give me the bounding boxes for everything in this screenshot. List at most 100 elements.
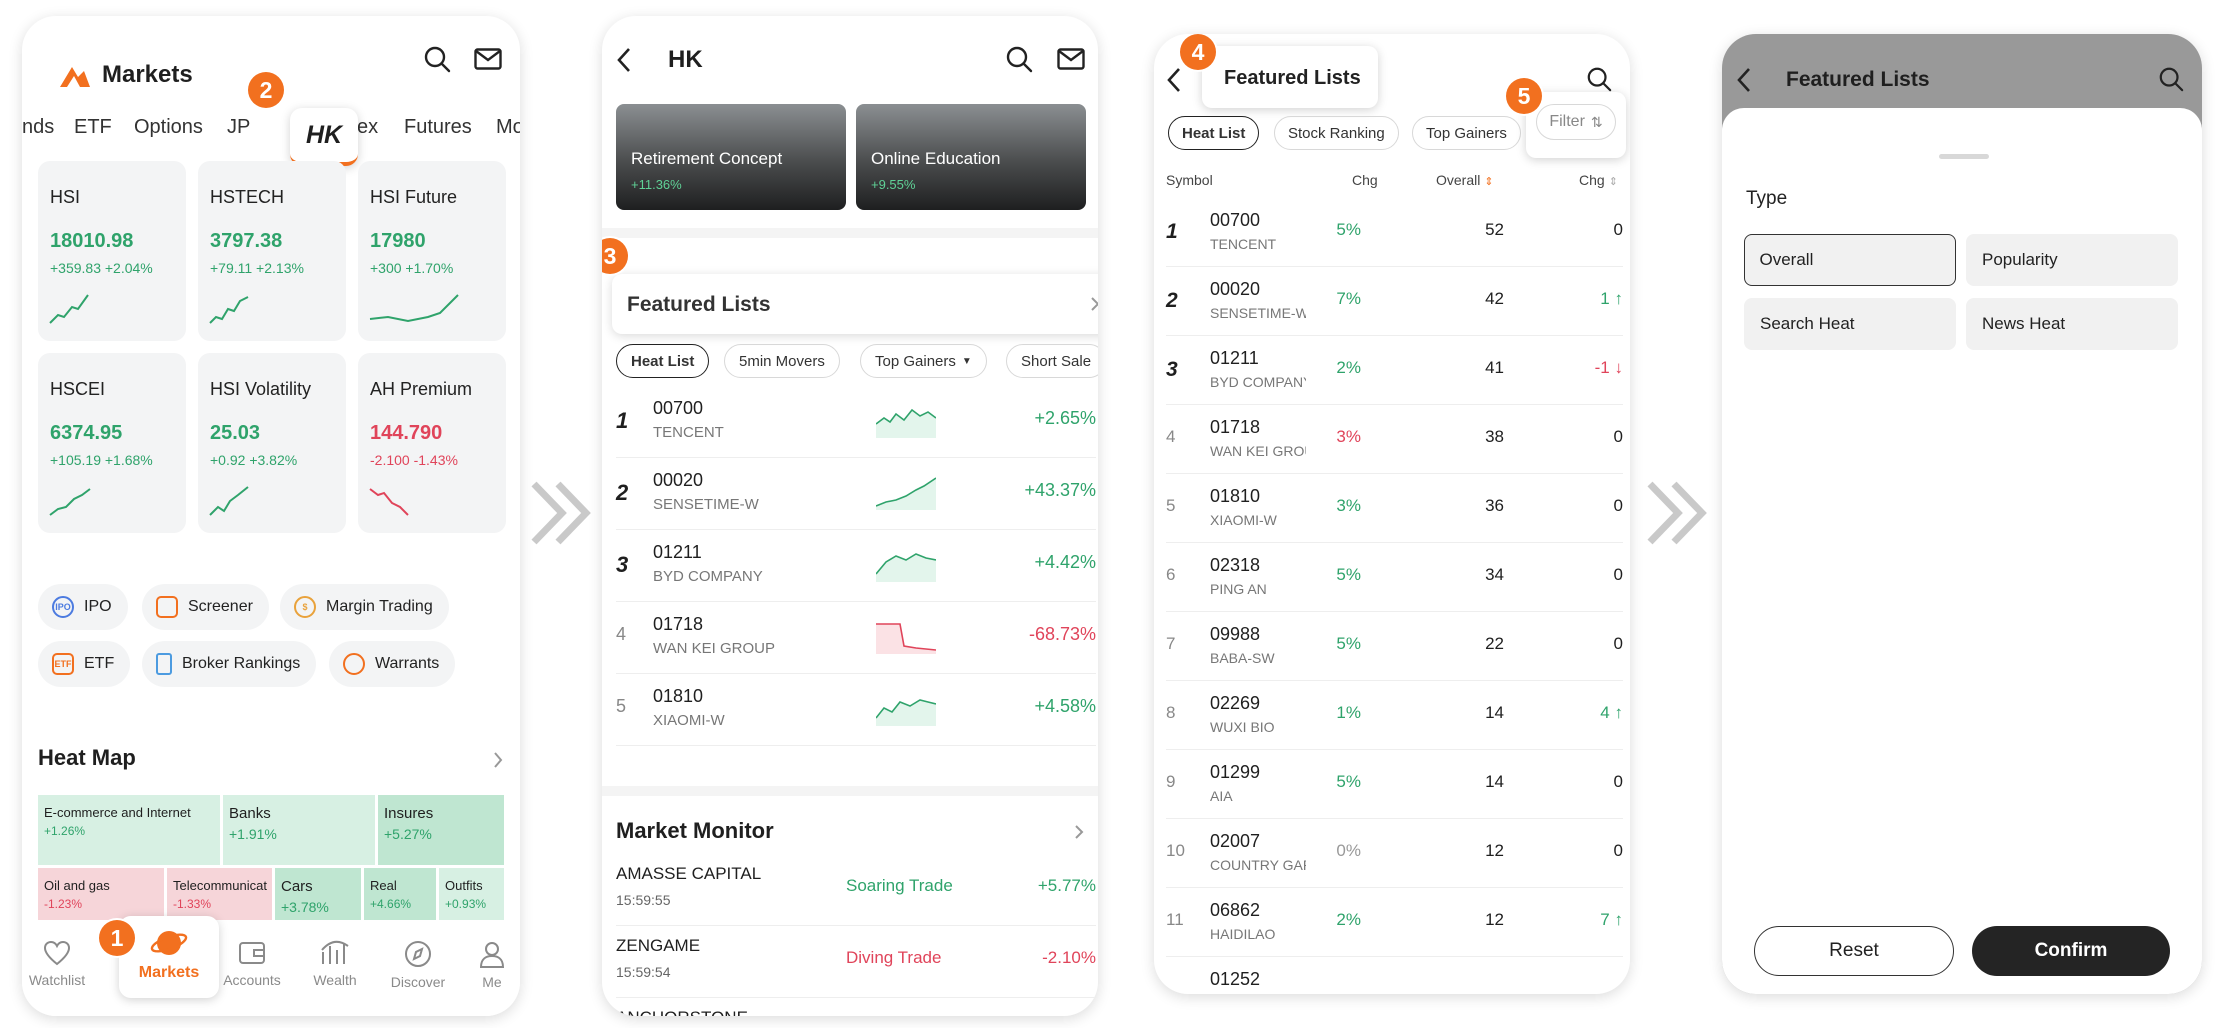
index-card-hscei[interactable]: HSCEI 6374.95 +105.19 +1.68% xyxy=(38,353,186,533)
back-arrow-icon[interactable] xyxy=(1166,66,1182,94)
search-icon[interactable] xyxy=(2158,66,2184,92)
list-item[interactable]: 1 00700 TENCENT +2.65% xyxy=(616,386,1096,458)
hk-screen: HK Retirement Concept +11.36% Online Edu… xyxy=(602,16,1098,1016)
index-card-hsi-volatility[interactable]: HSI Volatility 25.03 +0.92 +3.82% xyxy=(198,353,346,533)
option-overall[interactable]: Overall xyxy=(1744,234,1956,286)
tab-more[interactable]: Mo xyxy=(496,116,520,139)
section-title: Featured Lists xyxy=(627,293,771,316)
tab-options[interactable]: Options xyxy=(134,116,203,139)
search-icon[interactable] xyxy=(423,45,451,73)
monitor-row[interactable]: AMASSE CAPITAL 15:59:55 Soaring Trade +5… xyxy=(616,854,1096,926)
table-row[interactable]: 6 02318 PING AN 5% 34 0 xyxy=(1166,543,1623,612)
shortcut-broker-rankings[interactable]: Broker Rankings xyxy=(142,641,317,687)
tab-hk[interactable]: HK xyxy=(290,108,358,166)
chg-pct: 5% xyxy=(1306,612,1361,680)
pill-top-gainers[interactable]: Top Gainers ▼ xyxy=(860,344,987,378)
list-item[interactable]: 3 01211 BYD COMPANY +4.42% xyxy=(616,530,1096,602)
list-item[interactable]: 2 00020 SENSETIME-W +43.37% xyxy=(616,458,1096,530)
table-row[interactable]: 9 01299 AIA 5% 14 0 xyxy=(1166,750,1623,819)
nav-markets[interactable]: Markets xyxy=(119,916,219,998)
index-card-ah-premium[interactable]: AH Premium 144.790 -2.100 -1.43% xyxy=(358,353,506,533)
nav-watchlist[interactable]: Watchlist xyxy=(22,940,92,988)
monitor-row[interactable]: ZENGAME 15:59:54 Diving Trade -2.10% xyxy=(616,926,1096,998)
shortcut-ipo[interactable]: IPO IPO xyxy=(38,584,128,630)
table-row[interactable]: 5 01810 XIAOMI-W 3% 36 0 xyxy=(1166,474,1623,543)
pill-heat-list[interactable]: Heat List xyxy=(1168,116,1260,150)
compass-icon xyxy=(405,941,431,967)
monitor-row[interactable]: ANCHORSTONE xyxy=(616,998,1096,1016)
stock-code: 01718 xyxy=(653,614,704,634)
chevron-right-icon[interactable] xyxy=(1074,824,1084,840)
table-row[interactable]: 3 01211 BYD COMPANY 2% 41 -1 ↓ xyxy=(1166,336,1623,405)
back-arrow-icon[interactable] xyxy=(1736,66,1752,94)
heat-tile[interactable]: Outfits +0.93% xyxy=(439,868,504,928)
reset-button[interactable]: Reset xyxy=(1754,926,1954,976)
shortcut-etf[interactable]: ETF ETF xyxy=(38,641,131,687)
nav-accounts[interactable]: Accounts xyxy=(217,940,287,988)
list-item[interactable]: 4 01718 WAN KEI GROUP -68.73% xyxy=(616,602,1096,674)
table-row[interactable]: 01252 xyxy=(1166,957,1623,994)
search-icon[interactable] xyxy=(1005,45,1033,73)
heat-tile[interactable]: Cars +3.78% xyxy=(275,868,361,928)
table-row[interactable]: 4 01718 WAN KEI GROUP 3% 38 0 xyxy=(1166,405,1623,474)
shortcut-warrants[interactable]: Warrants xyxy=(329,641,456,687)
back-arrow-icon[interactable] xyxy=(616,46,632,74)
option-search-heat[interactable]: Search Heat xyxy=(1744,298,1956,350)
featured-lists-header[interactable]: Featured Lists xyxy=(612,274,1098,334)
table-row[interactable]: 1 00700 TENCENT 5% 52 0 xyxy=(1166,198,1623,267)
tab-bonds[interactable]: nds xyxy=(22,116,54,139)
heat-tile[interactable]: Real +4.66% xyxy=(364,868,436,928)
shortcut-margin-trading[interactable]: $ Margin Trading xyxy=(280,584,449,630)
confirm-button[interactable]: Confirm xyxy=(1972,926,2170,976)
table-row[interactable]: 2 00020 SENSETIME-W 7% 42 1 ↑ xyxy=(1166,267,1623,336)
index-card-hsi[interactable]: HSI 18010.98 +359.83 +2.04% xyxy=(38,161,186,341)
stock-code: 01718 xyxy=(1210,417,1261,437)
nav-discover[interactable]: Discover xyxy=(383,940,453,990)
pill-stock-ranking[interactable]: Stock Ranking xyxy=(1274,116,1399,150)
table-row[interactable]: 11 06862 HAIDILAO 2% 12 7 ↑ xyxy=(1166,888,1623,957)
company-name: BYD COMPANY xyxy=(1210,374,1313,390)
mail-icon[interactable] xyxy=(1057,48,1085,70)
chg-pct: 5% xyxy=(1306,750,1361,818)
shortcut-screener[interactable]: Screener xyxy=(142,584,269,630)
company-name: TENCENT xyxy=(1210,236,1277,252)
heat-tile[interactable]: E-commerce and Internet +1.26% xyxy=(38,795,220,865)
theme-card[interactable]: Retirement Concept +11.36% xyxy=(616,104,846,210)
table-row[interactable]: 7 09988 BABA-SW 5% 22 0 xyxy=(1166,612,1623,681)
pill-label: Heat List xyxy=(631,352,695,370)
table-row[interactable]: 10 02007 COUNTRY GARDEN 0% 12 0 xyxy=(1166,819,1623,888)
heat-tile[interactable]: Banks +1.91% xyxy=(223,795,375,865)
index-card-hstech[interactable]: HSTECH 3797.38 +79.11 +2.13% xyxy=(198,161,346,341)
list-item[interactable]: 5 01810 XIAOMI-W +4.58% xyxy=(616,674,1096,746)
broker-rankings-icon xyxy=(156,653,172,675)
company-name: SENSETIME-W xyxy=(1210,305,1309,321)
nav-label: Discover xyxy=(390,974,446,990)
pill-top-gainers[interactable]: Top Gainers xyxy=(1412,116,1521,150)
mail-icon[interactable] xyxy=(474,48,502,70)
nav-wealth[interactable]: Wealth xyxy=(300,940,370,988)
tab-jp[interactable]: JP xyxy=(227,116,250,139)
nav-me[interactable]: Me xyxy=(467,940,517,990)
chevron-right-icon[interactable] xyxy=(492,750,504,770)
search-icon[interactable] xyxy=(1586,66,1612,92)
tab-futures[interactable]: Futures xyxy=(404,116,472,139)
chg-pct: 5% xyxy=(1306,543,1361,611)
sparkline xyxy=(876,623,936,654)
heat-tile[interactable]: Insures +5.27% xyxy=(378,795,504,865)
index-change: +79.11 +2.13% xyxy=(210,260,304,276)
table-row[interactable]: 8 02269 WUXI BIO 1% 14 4 ↑ xyxy=(1166,681,1623,750)
pill-5min-movers[interactable]: 5min Movers xyxy=(724,344,840,378)
column-header-chg[interactable]: Chg ⇕ xyxy=(1579,172,1618,188)
theme-card[interactable]: Online Education +9.55% xyxy=(856,104,1086,210)
tab-etf[interactable]: ETF xyxy=(74,116,112,139)
option-news-heat[interactable]: News Heat xyxy=(1966,298,2178,350)
wealth-icon xyxy=(321,940,349,964)
index-card-hsi-future[interactable]: HSI Future 17980 +300 +1.70% xyxy=(358,161,506,341)
double-chevron-right-icon xyxy=(531,481,591,545)
pill-heat-list[interactable]: Heat List xyxy=(616,344,710,378)
column-header-overall[interactable]: Overall ⇕ xyxy=(1436,172,1494,188)
pill-short-sale[interactable]: Short Sale xyxy=(1006,344,1098,378)
option-popularity[interactable]: Popularity xyxy=(1966,234,2178,286)
sheet-handle[interactable] xyxy=(1939,154,1989,159)
rank-change-value: 0 xyxy=(1613,496,1623,515)
